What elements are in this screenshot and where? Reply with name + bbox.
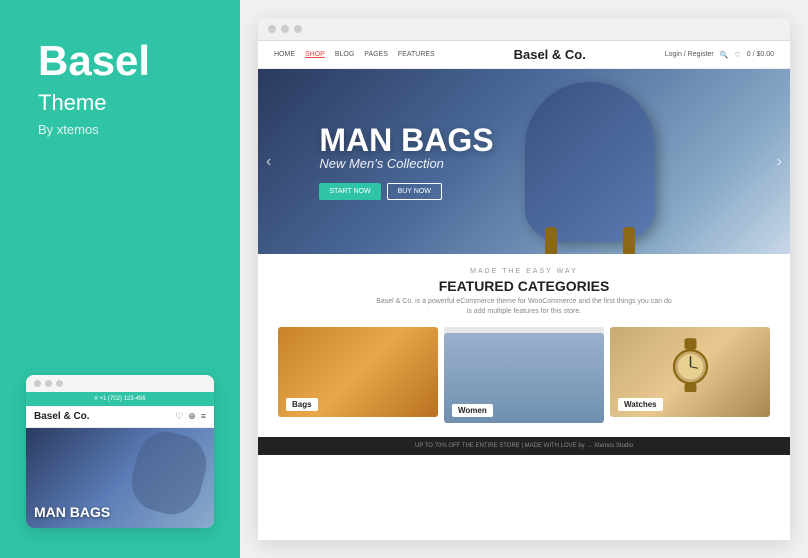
mobile-hero-text: MAN BAGS [34,505,110,520]
dot-1 [34,380,41,387]
featured-categories-section: MADE THE EASY WAY FEATURED CATEGORIES Ba… [258,254,790,437]
mobile-top-bar [26,375,214,392]
category-women[interactable]: Women [444,333,604,423]
cart-summary[interactable]: 0 / $0.00 [747,51,774,58]
theme-label: Theme [38,90,210,116]
hero-next-arrow[interactable]: › [769,153,790,171]
browser-mockup: HOME SHOP BLOG PAGES FEATURES Basel & Co… [258,18,790,540]
mobile-nav-icons: ♡ ⊕ ≡ [175,411,206,422]
site-logo: Basel & Co. [435,47,665,62]
categories-grid: Bags Shoes [278,327,770,423]
menu-icon: ≡ [201,411,206,422]
theme-name: Basel [38,40,210,82]
hero-prev-arrow[interactable]: ‹ [258,153,279,171]
hero-cta-button[interactable]: START NOW [319,183,380,200]
mobile-hero-shape [125,428,213,521]
category-watches[interactable]: Watches [610,327,770,417]
hero-title: MAN BAGS [319,124,768,156]
dot-2 [45,380,52,387]
category-bags[interactable]: Bags [278,327,438,417]
featured-pretitle: MADE THE EASY WAY [278,268,770,275]
featured-description: Basel & Co. is a powerful eCommerce them… [374,297,674,317]
mobile-preview: # +1 (702) 123-456 Basel & Co. ♡ ⊕ ≡ MAN… [26,375,214,528]
featured-title: FEATURED CATEGORIES [278,278,770,294]
nav-pages[interactable]: PAGES [364,51,388,58]
hero-secondary-button[interactable]: BUY NOW [387,183,442,200]
mobile-logo-bar: Basel & Co. ♡ ⊕ ≡ [26,406,214,428]
bags-label: Bags [286,398,318,411]
site-nav: HOME SHOP BLOG PAGES FEATURES Basel & Co… [258,41,790,69]
site-hero: ‹ MAN BAGS New Men's Collection START NO… [258,69,790,254]
mobile-phone-bar: # +1 (702) 123-456 [26,392,214,406]
hero-content: MAN BAGS New Men's Collection START NOW … [279,124,768,200]
nav-shop[interactable]: SHOP [305,51,325,58]
nav-features[interactable]: FEATURES [398,51,435,58]
site-footer-bar: UP TO 70% OFF THE ENTIRE STORE | MADE WI… [258,437,790,455]
sidebar: Basel Theme By xtemos # +1 (702) 123-456… [0,0,240,558]
browser-chrome [258,18,790,41]
theme-author: By xtemos [38,122,210,137]
cart-icon: ⊕ [188,411,196,422]
mobile-logo: Basel & Co. [34,411,90,422]
nav-right: Login / Register 🔍 ♡ 0 / $0.00 [665,51,774,59]
featured-header: MADE THE EASY WAY FEATURED CATEGORIES Ba… [278,268,770,317]
watch-svg [668,337,713,392]
browser-dot-1 [268,25,276,33]
nav-home[interactable]: HOME [274,51,295,58]
backpack-strap-right [623,227,635,255]
women-label: Women [452,404,493,417]
wishlist-icon[interactable]: ♡ [734,51,740,59]
backpack-strap-left [545,227,557,255]
browser-dot-3 [294,25,302,33]
heart-icon: ♡ [175,411,183,422]
search-icon[interactable]: 🔍 [720,51,729,59]
mobile-hero: MAN BAGS [26,428,214,528]
nav-links: HOME SHOP BLOG PAGES FEATURES [274,51,435,58]
browser-dot-2 [281,25,289,33]
nav-blog[interactable]: BLOG [335,51,354,58]
dot-3 [56,380,63,387]
watches-label: Watches [618,398,663,411]
hero-subtitle: New Men's Collection [319,156,768,171]
hero-buttons: START NOW BUY NOW [319,183,768,200]
login-link[interactable]: Login / Register [665,51,714,58]
main-content: HOME SHOP BLOG PAGES FEATURES Basel & Co… [240,0,808,558]
